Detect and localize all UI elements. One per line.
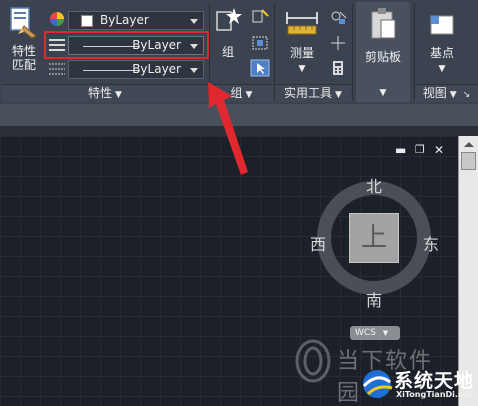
view-panel-title: 视图 — [422, 86, 447, 100]
group-edit-icon[interactable] — [250, 34, 270, 52]
scroll-thumb[interactable] — [461, 152, 476, 170]
quick-select-icon[interactable] — [328, 8, 348, 26]
viewcube-top-face[interactable]: 上 — [349, 213, 399, 263]
groups-panel-title: 组 — [230, 86, 243, 100]
paste-label: 剪贴板 — [364, 50, 401, 64]
chevron-down-icon: ▼ — [438, 64, 446, 74]
minimize-icon[interactable]: ▬ — [395, 143, 406, 157]
basepoint-icon — [430, 15, 454, 35]
properties-panel-title: 特性 — [88, 86, 113, 100]
chevron-down-icon: ▼ — [379, 88, 387, 98]
compass-north[interactable]: 北 — [366, 173, 382, 197]
ungroup-icon[interactable] — [250, 8, 270, 26]
lineweight-combo-value: ByLayer — [132, 62, 181, 76]
utilities-panel-title: 实用工具 — [284, 86, 333, 100]
color-combo[interactable]: ByLayer — [68, 11, 204, 30]
watermark-logo-icon — [295, 339, 331, 383]
color-wheel-icon[interactable] — [47, 10, 67, 28]
clipboard-panel: 剪贴板 ▼ — [356, 2, 410, 102]
group-selection-icon[interactable] — [250, 59, 270, 77]
view-panel-footer[interactable]: 视图 ▼ ↘ — [415, 84, 478, 102]
tab-strip-shadow — [0, 126, 478, 136]
watermark-globe-icon — [362, 370, 393, 398]
lineweight-preview — [83, 70, 139, 71]
wcs-menu[interactable]: WCS ▼ — [350, 326, 400, 340]
measure-button[interactable]: 测量 ▼ — [280, 6, 324, 82]
group-button[interactable]: 组 — [213, 6, 243, 64]
chevron-down-icon — [190, 68, 198, 73]
compass-west[interactable]: 西 — [310, 231, 326, 255]
chevron-down-icon: ▼ — [449, 90, 457, 100]
lineweight-combo[interactable]: ByLayer — [68, 60, 204, 79]
chevron-down-icon: ▼ — [245, 90, 253, 100]
lineweight-icon[interactable] — [47, 60, 67, 78]
chevron-down-icon — [190, 19, 198, 24]
compass-south[interactable]: 南 — [366, 287, 382, 311]
wcs-label: WCS — [355, 328, 376, 338]
group-label: 组 — [221, 45, 234, 59]
measure-label: 测量 — [289, 46, 314, 60]
match-properties-icon — [10, 7, 37, 39]
watermark-brand2-en: XiTongTianDi.net — [396, 390, 473, 399]
compass-east[interactable]: 东 — [423, 231, 439, 255]
measure-icon — [286, 12, 318, 35]
paste-icon — [371, 8, 396, 39]
file-tab-strip — [0, 104, 478, 126]
highlight-box — [44, 31, 209, 59]
chevron-down-icon: ▼ — [298, 64, 306, 74]
utilities-panel-footer[interactable]: 实用工具 ▼ — [275, 84, 351, 102]
watermark-brand2-cn: 系统天地 — [394, 370, 475, 392]
scroll-up-icon[interactable] — [464, 142, 474, 147]
chevron-down-icon: ▼ — [382, 329, 389, 337]
groups-panel-footer[interactable]: 组 ▼ — [210, 84, 273, 102]
match-properties-label: 特性 匹配 — [11, 44, 36, 72]
properties-panel-footer[interactable]: 特性 ▼ — [2, 84, 208, 102]
restore-icon[interactable]: ❐ — [415, 143, 425, 156]
basepoint-button[interactable]: 基点 ▼ — [420, 6, 464, 82]
calculator-icon[interactable] — [328, 59, 348, 77]
watermark-brand2: 系统天地 XiTongTianDi.net — [360, 362, 478, 406]
dialog-launcher-icon[interactable]: ↘ — [463, 90, 471, 100]
color-swatch — [81, 15, 93, 27]
point-style-icon[interactable] — [328, 34, 348, 52]
ribbon: 特性 匹配 ByLayer ByLayer ByLayer 组 测量 ▼ 剪贴板… — [0, 0, 478, 104]
close-icon[interactable]: ✕ — [434, 143, 444, 157]
group-icon — [216, 8, 242, 31]
color-combo-value: ByLayer — [100, 13, 149, 27]
basepoint-label: 基点 — [429, 46, 454, 60]
match-properties-button[interactable]: 特性 匹配 — [4, 6, 44, 82]
chevron-down-icon: ▼ — [335, 90, 342, 100]
chevron-down-icon: ▼ — [115, 90, 122, 100]
paste-button[interactable]: 剪贴板 ▼ — [356, 6, 410, 102]
